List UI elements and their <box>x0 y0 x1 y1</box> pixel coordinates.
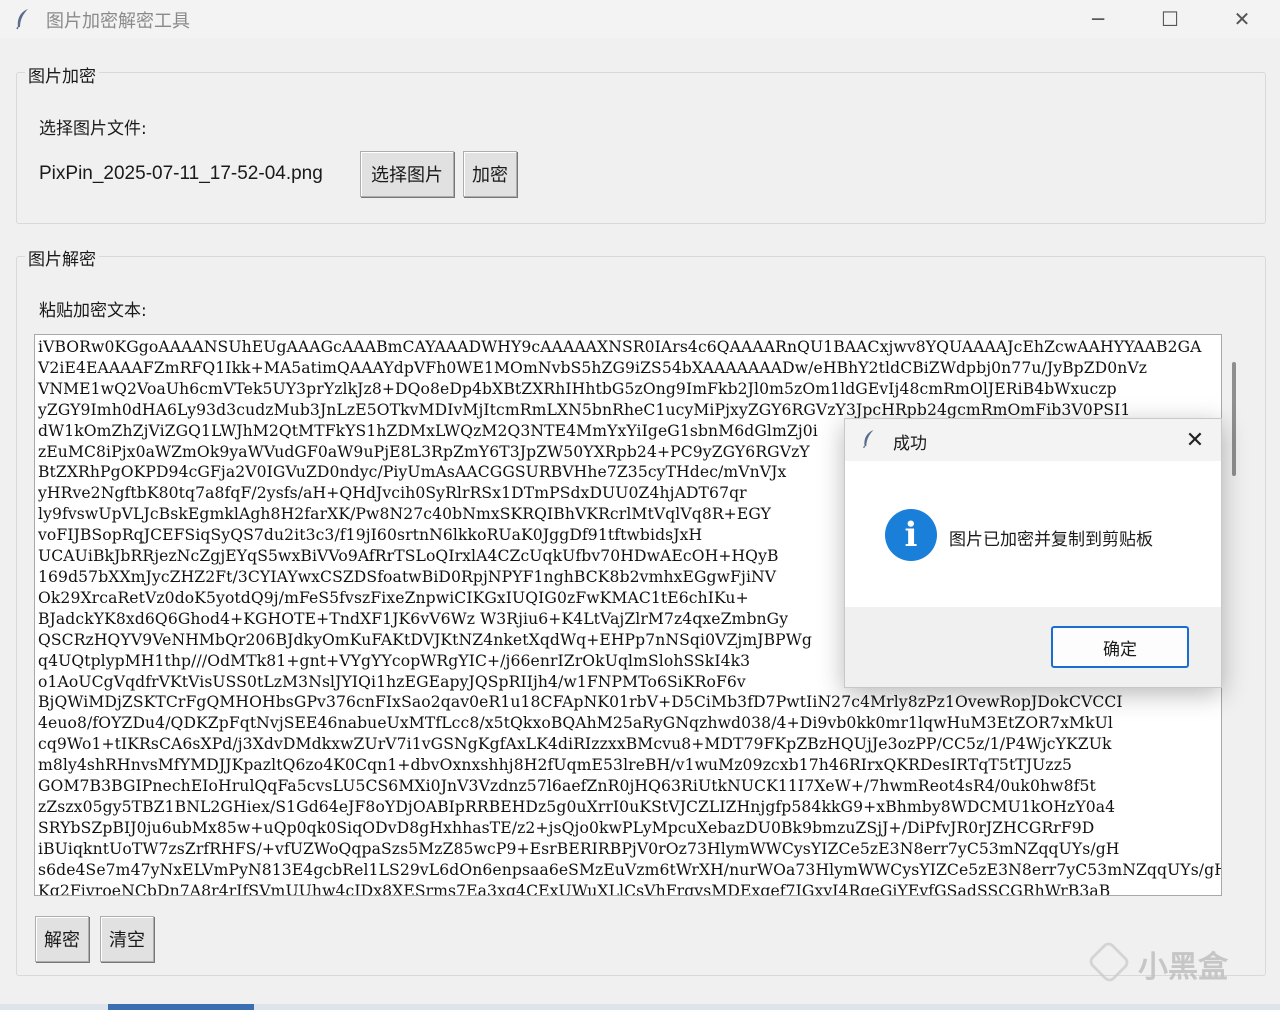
decrypt-button[interactable]: 解密 <box>35 916 89 962</box>
close-button[interactable]: ✕ <box>1210 0 1274 38</box>
dialog-close-button[interactable]: ✕ <box>1175 423 1215 457</box>
paste-text-label: 粘贴加密文本: <box>39 301 147 321</box>
dialog-title: 成功 <box>893 434 927 454</box>
taskbar-active-item <box>108 1004 254 1010</box>
minimize-button[interactable]: ─ <box>1066 0 1130 38</box>
choose-image-button[interactable]: 选择图片 <box>360 151 454 197</box>
feather-icon <box>16 9 28 30</box>
dialog-message: 图片已加密并复制到剪贴板 <box>949 530 1153 550</box>
encrypt-group <box>16 72 1266 224</box>
choose-file-label: 选择图片文件: <box>39 119 147 139</box>
title-bar: 图片加密解密工具 ─ ☐ ✕ <box>0 0 1280 38</box>
feather-icon <box>863 430 874 449</box>
dialog-title-bar: 成功 ✕ <box>845 419 1221 461</box>
success-dialog: 成功 ✕ i 图片已加密并复制到剪贴板 确定 <box>844 418 1222 688</box>
watermark-logo-icon <box>1086 939 1132 985</box>
maximize-button[interactable]: ☐ <box>1138 0 1202 38</box>
watermark: 小黑盒 <box>1086 939 1246 985</box>
ok-button[interactable]: 确定 <box>1051 626 1189 668</box>
clear-button[interactable]: 清空 <box>100 916 154 962</box>
encrypt-legend: 图片加密 <box>25 62 99 87</box>
window-title: 图片加密解密工具 <box>46 11 190 32</box>
decrypt-legend: 图片解密 <box>25 245 99 270</box>
watermark-text: 小黑盒 <box>1138 950 1228 985</box>
dialog-body: i 图片已加密并复制到剪贴板 <box>845 461 1221 607</box>
selected-filename: PixPin_2025-07-11_17-52-04.png <box>39 163 323 184</box>
encrypt-button[interactable]: 加密 <box>463 151 517 197</box>
info-icon: i <box>885 509 937 561</box>
textarea-scrollbar[interactable] <box>1232 362 1236 476</box>
